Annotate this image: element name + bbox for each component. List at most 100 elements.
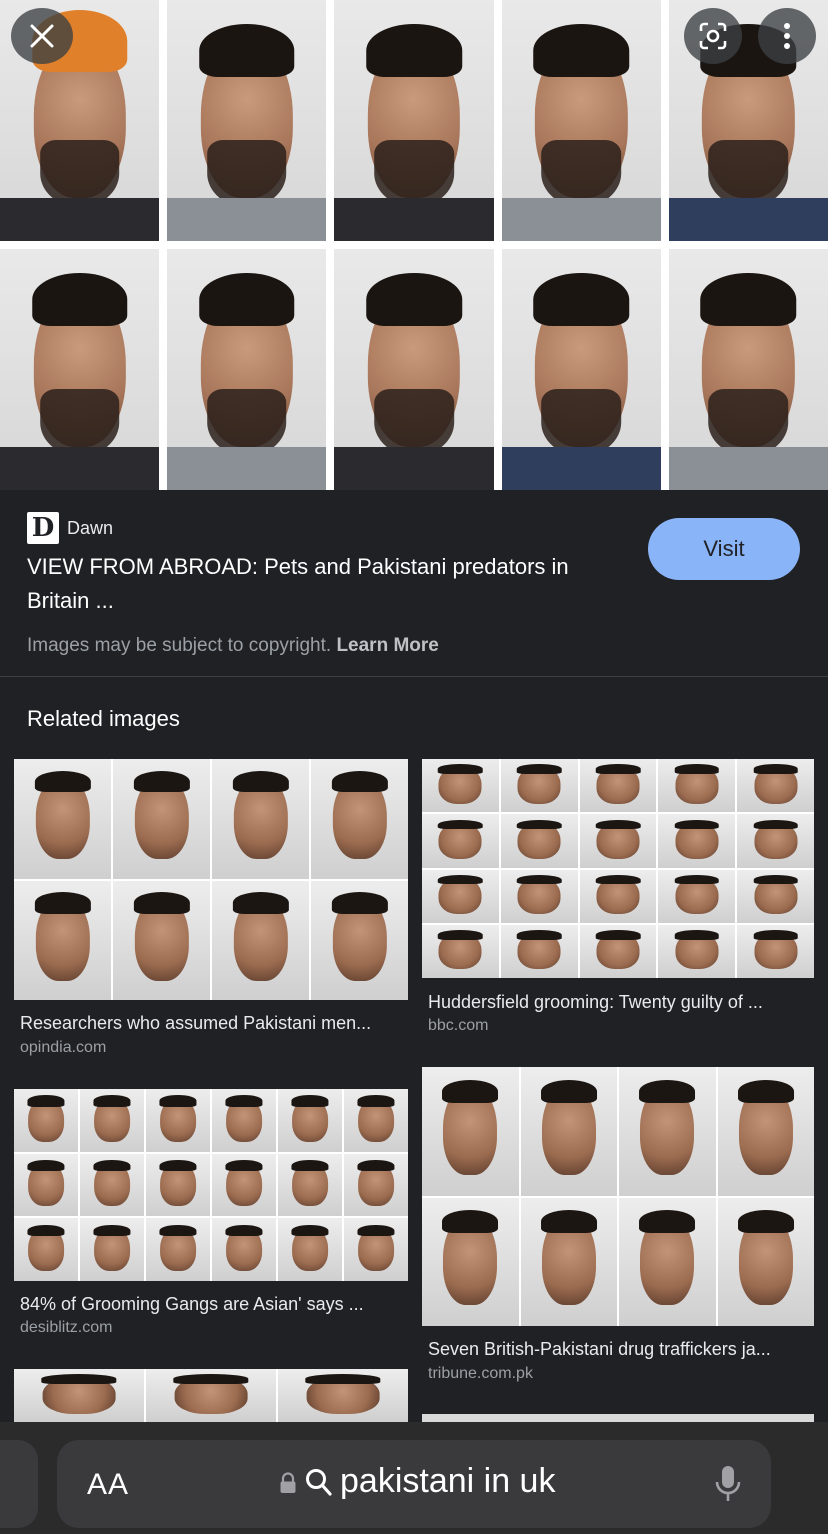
face-thumbnail bbox=[278, 1218, 342, 1281]
mugshot-face bbox=[668, 249, 828, 490]
google-lens-icon bbox=[699, 22, 727, 50]
face-thumbnail bbox=[422, 814, 499, 868]
face-thumbnail bbox=[212, 1089, 276, 1152]
face-thumbnail bbox=[500, 924, 578, 978]
copyright-text: Images may be subject to copyright. bbox=[27, 635, 337, 656]
related-images-heading: Related images bbox=[27, 706, 180, 731]
face-thumbnail bbox=[658, 759, 736, 813]
face-thumbnail bbox=[579, 924, 657, 978]
face-thumbnail bbox=[14, 1369, 144, 1422]
result-title[interactable]: VIEW FROM ABROAD: Pets and Pakistani pre… bbox=[27, 550, 627, 618]
related-thumbnail[interactable] bbox=[422, 1067, 814, 1326]
reader-settings-button[interactable]: AA bbox=[87, 1468, 129, 1502]
face-thumbnail bbox=[14, 1218, 78, 1281]
face-thumbnail bbox=[422, 1197, 519, 1326]
main-image[interactable] bbox=[0, 0, 828, 490]
related-thumbnail[interactable] bbox=[14, 1369, 408, 1422]
related-title[interactable]: Researchers who assumed Pakistani men... bbox=[20, 1013, 402, 1034]
lock-icon bbox=[280, 1472, 296, 1493]
related-card-partial[interactable] bbox=[422, 1414, 814, 1422]
face-thumbnail bbox=[520, 1197, 617, 1326]
face-thumbnail bbox=[579, 814, 657, 868]
face-thumbnail bbox=[14, 759, 111, 879]
thumbnail-collage bbox=[14, 1369, 408, 1422]
mugshot-face bbox=[0, 249, 160, 490]
face-thumbnail bbox=[146, 1218, 210, 1281]
close-button[interactable] bbox=[11, 8, 73, 64]
related-source: opindia.com bbox=[20, 1039, 107, 1056]
face-thumbnail bbox=[80, 1153, 144, 1217]
more-vert-icon bbox=[784, 23, 790, 49]
face-thumbnail bbox=[344, 1089, 408, 1152]
address-field[interactable]: AA pakistani in uk bbox=[57, 1440, 771, 1528]
face-thumbnail bbox=[344, 1218, 408, 1281]
face-thumbnail bbox=[146, 1089, 210, 1152]
face-thumbnail bbox=[14, 1153, 78, 1217]
face-thumbnail bbox=[146, 1153, 210, 1217]
browser-address-bar: AA pakistani in uk bbox=[0, 1422, 828, 1534]
thumbnail-collage bbox=[422, 759, 814, 978]
thumbnail-collage bbox=[14, 1089, 408, 1281]
face-thumbnail bbox=[344, 1153, 408, 1217]
face-thumbnail bbox=[500, 759, 578, 813]
face-thumbnail bbox=[422, 759, 499, 813]
face-thumbnail bbox=[422, 924, 499, 978]
mugshot-face bbox=[334, 0, 494, 241]
related-source: bbc.com bbox=[428, 1017, 489, 1034]
face-thumbnail bbox=[500, 814, 578, 868]
face-thumbnail bbox=[422, 869, 499, 923]
mugshot-face bbox=[334, 249, 494, 490]
face-thumbnail bbox=[146, 1369, 276, 1422]
face-thumbnail bbox=[422, 1067, 519, 1196]
divider bbox=[0, 676, 828, 677]
microphone-icon[interactable] bbox=[713, 1464, 743, 1504]
face-thumbnail bbox=[311, 880, 408, 1000]
related-title[interactable]: Seven British-Pakistani drug traffickers… bbox=[428, 1339, 810, 1360]
previous-tab-stub[interactable] bbox=[0, 1440, 38, 1528]
related-title[interactable]: Huddersfield grooming: Twenty guilty of … bbox=[428, 992, 810, 1013]
related-thumbnail[interactable] bbox=[14, 1089, 408, 1281]
image-source-panel: D Dawn VIEW FROM ABROAD: Pets and Pakist… bbox=[0, 490, 828, 676]
mugshot-face bbox=[167, 0, 327, 241]
mugshot-collage bbox=[0, 0, 828, 490]
related-source: desiblitz.com bbox=[20, 1319, 113, 1336]
aa-label: AA bbox=[87, 1468, 130, 1501]
face-thumbnail bbox=[717, 1197, 814, 1326]
face-thumbnail bbox=[212, 759, 309, 879]
close-icon bbox=[30, 24, 54, 48]
related-card[interactable]: 84% of Grooming Gangs are Asian' says ..… bbox=[14, 1089, 408, 1336]
dawn-logo-icon: D bbox=[27, 512, 59, 544]
related-title[interactable]: 84% of Grooming Gangs are Asian' says ..… bbox=[20, 1294, 402, 1315]
google-lens-button[interactable] bbox=[684, 8, 742, 64]
face-thumbnail bbox=[619, 1067, 716, 1196]
source-row[interactable]: D Dawn bbox=[27, 512, 113, 544]
related-card[interactable]: Huddersfield grooming: Twenty guilty of … bbox=[422, 759, 814, 1034]
thumbnail-collage bbox=[422, 1067, 814, 1326]
face-thumbnail bbox=[278, 1153, 342, 1217]
source-name[interactable]: Dawn bbox=[67, 518, 113, 539]
related-source: tribune.com.pk bbox=[428, 1365, 533, 1382]
face-thumbnail bbox=[737, 869, 814, 923]
more-options-button[interactable] bbox=[758, 8, 816, 64]
face-thumbnail bbox=[658, 814, 736, 868]
related-card[interactable]: Seven British-Pakistani drug traffickers… bbox=[422, 1067, 814, 1382]
related-card[interactable]: Researchers who assumed Pakistani men...… bbox=[14, 759, 408, 1056]
learn-more-link[interactable]: Learn More bbox=[336, 635, 438, 656]
face-thumbnail bbox=[278, 1089, 342, 1152]
face-thumbnail bbox=[212, 880, 309, 1000]
face-thumbnail bbox=[579, 759, 657, 813]
related-thumbnail[interactable] bbox=[14, 759, 408, 1000]
mugshot-face bbox=[167, 249, 327, 490]
related-thumbnail[interactable] bbox=[422, 759, 814, 978]
thumbnail-collage bbox=[14, 759, 408, 1000]
face-thumbnail bbox=[278, 1369, 408, 1422]
visit-button[interactable]: Visit bbox=[648, 518, 800, 580]
face-thumbnail bbox=[737, 924, 814, 978]
face-thumbnail bbox=[14, 1089, 78, 1152]
face-thumbnail bbox=[212, 1153, 276, 1217]
search-query-text[interactable]: pakistani in uk bbox=[340, 1462, 555, 1501]
face-thumbnail bbox=[737, 814, 814, 868]
face-thumbnail bbox=[14, 880, 111, 1000]
related-card-partial[interactable] bbox=[14, 1369, 408, 1422]
related-thumbnail[interactable] bbox=[422, 1414, 814, 1422]
